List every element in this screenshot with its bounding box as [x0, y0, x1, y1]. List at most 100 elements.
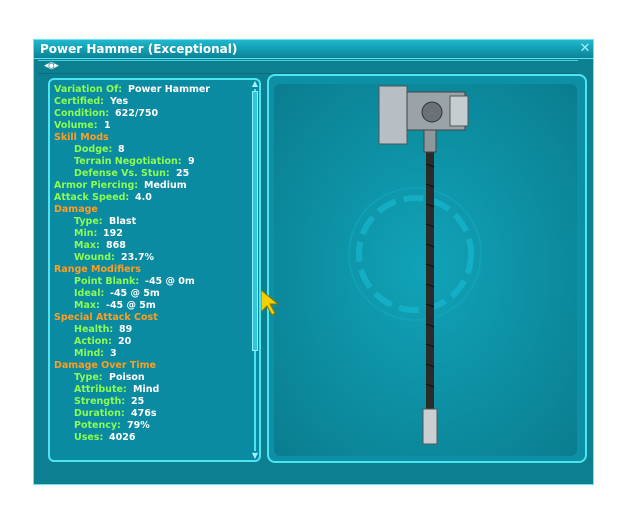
attribute-label: Strength: [74, 396, 126, 407]
scroll-thumb[interactable] [252, 91, 258, 351]
attribute-section-header: Damage [54, 204, 182, 216]
item-3d-viewport[interactable] [274, 84, 577, 456]
attribute-label: Condition: [54, 108, 110, 119]
attribute-label: Uses: [74, 432, 104, 443]
eye-icon[interactable]: ◂◉▸ [44, 61, 59, 71]
attribute-value: 20 [118, 336, 132, 347]
attribute-value: -45 @ 5m [110, 288, 160, 299]
attribute-value: Power Hammer [128, 84, 210, 95]
attribute-value: 79% [127, 420, 150, 431]
attribute-label: Attribute: [74, 384, 127, 395]
attribute-label: Min: [74, 228, 98, 239]
attribute-row: Health: 89 [54, 324, 182, 336]
attribute-row: Potency: 79% [54, 420, 182, 432]
attribute-row: Max: -45 @ 5m [54, 300, 182, 312]
attribute-value: 1 [104, 120, 111, 131]
attribute-label: Variation Of: [54, 84, 122, 95]
attribute-label: Type: [74, 216, 103, 227]
attribute-value: Medium [144, 180, 187, 191]
section-header-label: Special Attack Cost [54, 312, 158, 323]
toolbar-strip: ◂◉▸ [38, 60, 578, 74]
attribute-row: Point Blank: -45 @ 0m [54, 276, 195, 288]
attribute-row: Armor Piercing: Medium [54, 180, 187, 192]
attribute-label: Wound: [74, 252, 115, 263]
attribute-label: Armor Piercing: [54, 180, 139, 191]
section-header-label: Range Modifiers [54, 264, 141, 275]
attribute-row: Wound: 23.7% [54, 252, 182, 264]
attribute-row: Type: Blast [54, 216, 182, 228]
attribute-value: 3 [110, 348, 117, 359]
attribute-value: Blast [109, 216, 137, 227]
attribute-row: Dodge: 8 [54, 144, 182, 156]
attribute-section-header: Special Attack Cost [54, 312, 182, 324]
attribute-row: Min: 192 [54, 228, 182, 240]
attribute-label: Health: [74, 324, 114, 335]
close-icon[interactable]: ✕ [578, 42, 592, 56]
attribute-value: Mind [133, 384, 160, 395]
spinner-ring [348, 187, 482, 321]
attribute-label: Action: [74, 336, 112, 347]
attribute-row: Action: 20 [54, 336, 182, 348]
attribute-row: Type: Poison [54, 372, 182, 384]
section-header-label: Damage [54, 204, 98, 215]
attribute-label: Dodge: [74, 144, 113, 155]
chevron-down-icon[interactable]: ▼ [249, 451, 261, 461]
attribute-label: Mind: [74, 348, 105, 359]
attribute-label: Attack Speed: [54, 192, 130, 203]
attribute-label: Terrain Negotiation: [74, 156, 182, 167]
item-preview-svg [348, 85, 482, 445]
attribute-section-header: Skill Mods [54, 132, 182, 144]
attribute-section-header: Range Modifiers [54, 264, 182, 276]
attribute-row: Max: 868 [54, 240, 182, 252]
attribute-row: Certified: Yes [54, 96, 182, 108]
attribute-value: -45 @ 5m [106, 300, 156, 311]
attribute-value: 4.0 [135, 192, 152, 203]
attribute-value: 476s [131, 408, 157, 419]
attribute-row: Volume: 1 [54, 120, 182, 132]
section-header-label: Skill Mods [54, 132, 109, 143]
attribute-row: Condition: 622/750 [54, 108, 182, 120]
attribute-value: 868 [106, 240, 126, 251]
attribute-row: Defense Vs. Stun: 25 [54, 168, 189, 180]
attribute-value: 25 [131, 396, 145, 407]
attribute-value: Yes [110, 96, 129, 107]
attributes-scrollbar[interactable]: ▲ ▼ [249, 79, 261, 461]
attribute-label: Point Blank: [74, 276, 140, 287]
attribute-row: Uses: 4026 [54, 432, 182, 444]
chevron-up-icon[interactable]: ▲ [249, 79, 261, 89]
attribute-row: Mind: 3 [54, 348, 182, 360]
attribute-label: Defense Vs. Stun: [74, 168, 170, 179]
attribute-value: 192 [103, 228, 123, 239]
attribute-value: 8 [118, 144, 125, 155]
attribute-label: Volume: [54, 120, 98, 131]
attribute-value: 89 [119, 324, 133, 335]
attribute-label: Ideal: [74, 288, 105, 299]
attribute-row: Ideal: -45 @ 5m [54, 288, 182, 300]
attribute-value: 9 [188, 156, 195, 167]
attribute-row: Variation Of: Power Hammer [54, 84, 210, 96]
attribute-row: Strength: 25 [54, 396, 182, 408]
power-hammer-model [378, 85, 469, 445]
attribute-value: 23.7% [121, 252, 154, 263]
attribute-value: Poison [109, 372, 145, 383]
attribute-label: Max: [74, 300, 100, 311]
attribute-row: Attack Speed: 4.0 [54, 192, 182, 204]
attribute-label: Certified: [54, 96, 104, 107]
attribute-value: 25 [176, 168, 190, 179]
attribute-row: Duration: 476s [54, 408, 182, 420]
attributes-list: Variation Of: Power Hammer Certified: Yes Co… [54, 84, 210, 444]
attribute-label: Duration: [74, 408, 125, 419]
title-bar[interactable]: Power Hammer (Exceptional) ✕ [34, 40, 593, 59]
attribute-section-header: Damage Over Time [54, 360, 182, 372]
attribute-row: Attribute: Mind [54, 384, 182, 396]
window-title: Power Hammer (Exceptional) [40, 42, 238, 56]
attribute-value: 622/750 [115, 108, 159, 119]
attribute-label: Type: [74, 372, 103, 383]
attribute-label: Potency: [74, 420, 121, 431]
mouse-cursor-icon [261, 290, 280, 316]
attribute-label: Max: [74, 240, 100, 251]
attribute-value: -45 @ 0m [145, 276, 195, 287]
section-header-label: Damage Over Time [54, 360, 156, 371]
attribute-value: 4026 [109, 432, 136, 443]
attribute-row: Terrain Negotiation: 9 [54, 156, 195, 168]
